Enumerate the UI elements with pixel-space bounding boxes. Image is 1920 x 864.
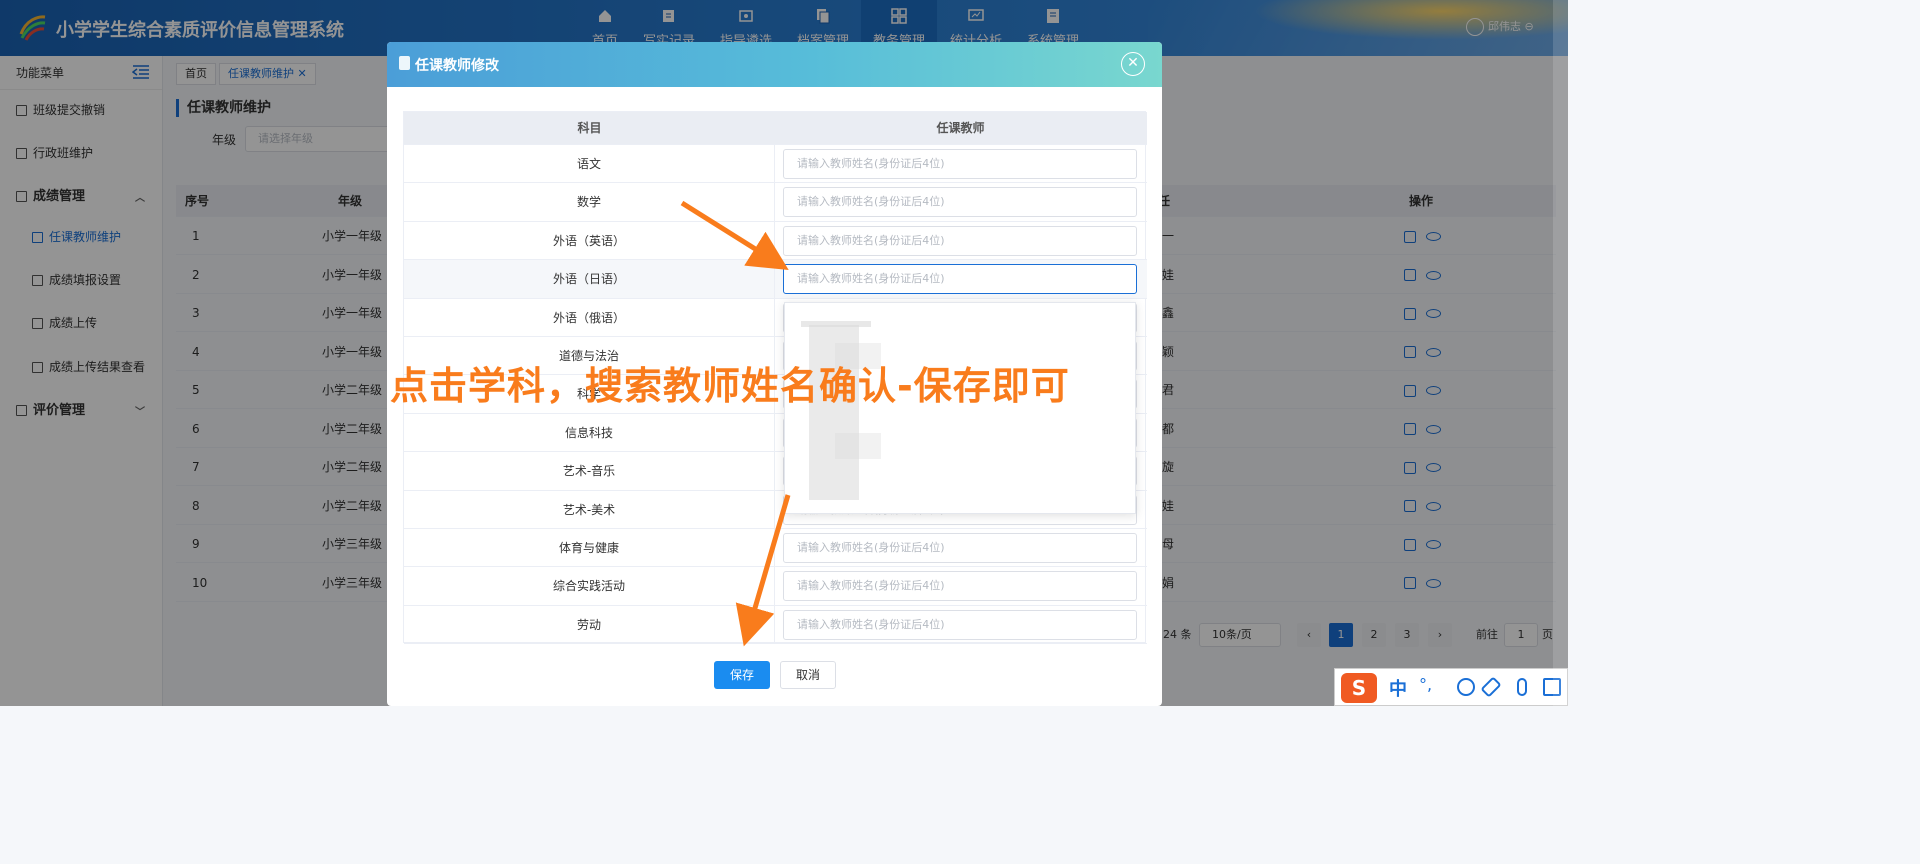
column-header-subject: 科目: [577, 121, 602, 135]
subject-row[interactable]: 综合实践活动 请输入教师姓名(身份证后4位): [404, 567, 1147, 606]
save-button[interactable]: 保存: [714, 661, 770, 689]
annotation-text: 点击学科，搜索教师姓名确认-保存即可: [390, 364, 1070, 408]
teacher-input[interactable]: 请输入教师姓名(身份证后4位): [783, 225, 1137, 256]
emoji-icon[interactable]: [1457, 678, 1475, 696]
dialog-header: 任课教师修改 ✕: [387, 42, 1162, 87]
subject-name: 体育与健康: [404, 529, 775, 567]
scrollbar[interactable]: [1553, 0, 1568, 706]
sogou-logo-icon: S: [1341, 673, 1377, 703]
subject-row[interactable]: 语文 请输入教师姓名(身份证后4位): [404, 145, 1147, 184]
subject-name: 艺术-音乐: [404, 452, 775, 491]
column-header-teacher: 任课教师: [936, 121, 985, 135]
subject-name: 数学: [404, 183, 775, 222]
subject-name: 外语（日语）: [404, 260, 775, 299]
subject-name: 外语（俄语）: [404, 298, 775, 337]
cancel-button[interactable]: 取消: [780, 661, 836, 689]
subject-name: 信息科技: [404, 413, 775, 452]
ime-punct-toggle[interactable]: °,: [1419, 675, 1432, 694]
teacher-input[interactable]: 请输入教师姓名(身份证后4位): [783, 264, 1137, 295]
subject-name: 综合实践活动: [404, 567, 775, 606]
subject-row[interactable]: 体育与健康 请输入教师姓名(身份证后4位): [404, 529, 1147, 568]
teacher-input[interactable]: 请输入教师姓名(身份证后4位): [783, 571, 1137, 602]
subject-name: 艺术-美术: [404, 490, 775, 529]
dialog-title: 任课教师修改: [415, 58, 499, 74]
teacher-input[interactable]: 请输入教师姓名(身份证后4位): [783, 149, 1137, 179]
subject-row[interactable]: 数学 请输入教师姓名(身份证后4位): [404, 183, 1147, 222]
subject-name: 外语（英语）: [404, 221, 775, 260]
subject-row[interactable]: 外语（英语） 请输入教师姓名(身份证后4位): [404, 221, 1147, 261]
document-icon: [399, 56, 410, 70]
grid-header: 科目 任课教师: [404, 112, 1147, 145]
microphone-icon[interactable]: [1517, 678, 1527, 696]
subject-name: 语文: [404, 145, 775, 183]
subject-row[interactable]: 外语（日语） 请输入教师姓名(身份证后4位): [404, 260, 1147, 299]
ime-toolbar: S 中 °,: [1334, 668, 1568, 706]
pen-icon[interactable]: [1480, 676, 1502, 698]
close-dialog-button[interactable]: ✕: [1121, 52, 1145, 76]
subject-row[interactable]: 劳动 请输入教师姓名(身份证后4位): [404, 605, 1147, 645]
subject-name: 劳动: [404, 605, 775, 644]
ime-language-toggle[interactable]: 中: [1389, 675, 1407, 701]
teacher-input[interactable]: 请输入教师姓名(身份证后4位): [783, 609, 1137, 640]
teacher-input[interactable]: 请输入教师姓名(身份证后4位): [783, 187, 1137, 218]
blurred-name-list: [801, 321, 871, 327]
teacher-input[interactable]: 请输入教师姓名(身份证后4位): [783, 533, 1137, 563]
blurred-name-list: [835, 433, 881, 459]
